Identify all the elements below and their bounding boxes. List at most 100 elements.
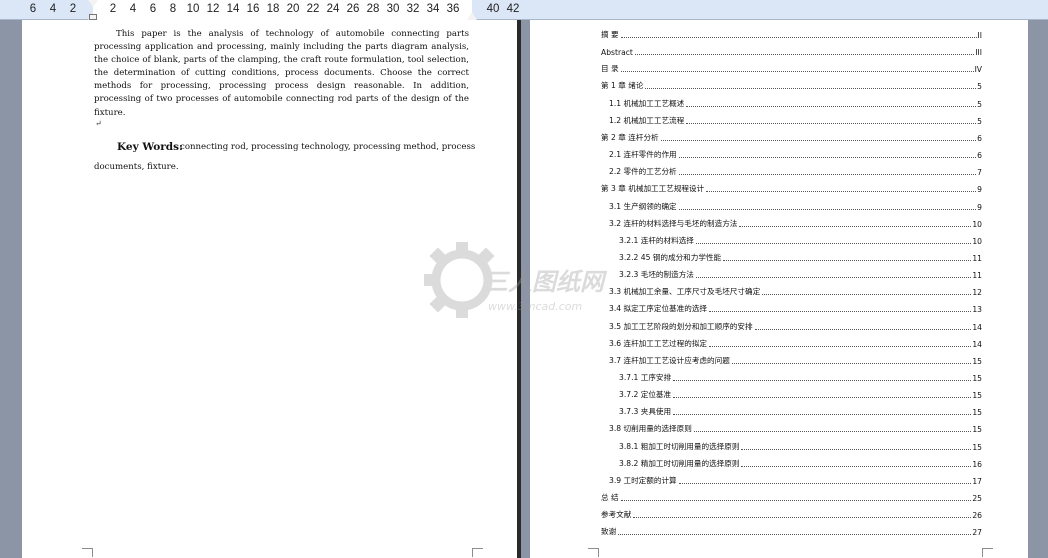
ruler-tick: 42	[506, 3, 520, 15]
toc-entry[interactable]: 3.2 连杆的材料选择与毛坯的制造方法 10	[609, 217, 982, 229]
toc-leader-dots	[709, 311, 972, 313]
toc-entry-page: 25	[972, 494, 982, 504]
ruler-tick: 6	[29, 3, 37, 15]
toc-entry-page: 12	[972, 288, 982, 298]
toc-leader-dots	[731, 362, 972, 364]
toc-leader-dots	[709, 345, 972, 347]
toc-entry[interactable]: 1.2 机械加工工艺流程 5	[609, 114, 982, 126]
toc-entry-title: 3.5 加工工艺阶段的划分和加工顺序的安排	[609, 321, 753, 331]
toc-entry-title: 摘 要	[601, 30, 619, 39]
toc-leader-dots	[762, 294, 972, 296]
ruler-tick: 4	[49, 3, 57, 15]
watermark-url: www.3mcad.com	[488, 300, 582, 313]
ruler-tick: 32	[406, 3, 420, 15]
toc-entry-title: 参考文献	[601, 510, 632, 520]
toc-entry-title: 2.2 零件的工艺分析	[609, 167, 677, 177]
toc-leader-dots	[739, 225, 972, 227]
ruler-tick: 20	[286, 3, 300, 15]
ruler-tick: 26	[346, 3, 360, 15]
ruler-tick: 8	[169, 3, 177, 15]
ruler-tick: 10	[186, 3, 200, 15]
toc-entry[interactable]: 3.8.1 粗加工时切削用量的选择原则 15	[619, 440, 982, 452]
toc-entry-page: 26	[972, 511, 982, 521]
toc-entry-page: 15	[972, 442, 982, 452]
toc-entry[interactable]: 参考文献 26	[601, 508, 982, 520]
toc-entry[interactable]: 1.1 机械加工工艺概述 5	[609, 97, 982, 109]
toc-entry-title: 3.1 生产纲领的确定	[609, 201, 677, 211]
toc-entry[interactable]: 总 结 25	[601, 491, 982, 503]
ruler-tick: 40	[486, 3, 500, 15]
toc-entry-title: 目 录	[601, 64, 619, 74]
toc-entry[interactable]: 3.6 连杆加工工艺过程的拟定 14	[609, 337, 982, 349]
toc-entry-title: 第 3 章 机械加工工艺规程设计	[601, 184, 705, 194]
toc-entry-page: 6	[977, 151, 982, 161]
ruler-tick: 30	[386, 3, 400, 15]
toc-entry-title: 3.8.2 精加工时切削用量的选择原则	[619, 458, 740, 468]
toc-entry[interactable]: 3.2.1 连杆的材料选择 10	[619, 234, 982, 246]
toc-leader-dots	[673, 397, 972, 399]
toc-leader-dots	[618, 534, 972, 536]
toc-entry-page: 15	[972, 408, 982, 418]
toc-leader-dots	[620, 37, 977, 38]
toc-leader-dots	[633, 517, 972, 519]
watermark: 三人图纸网 www.3mcad.com	[422, 240, 632, 320]
toc-entry[interactable]: 第 3 章 机械加工工艺规程设计 9	[601, 182, 982, 194]
toc-leader-dots	[673, 414, 972, 416]
keywords-text: connecting rod, processing technology, p…	[180, 142, 476, 152]
toc-entry[interactable]: 3.7.3 夹具使用 15	[619, 405, 982, 417]
toc-entry[interactable]: 3.8 切削用量的选择原则 15	[609, 422, 982, 434]
toc-leader-dots	[695, 277, 972, 279]
toc-entry-page: III	[975, 48, 982, 58]
toc-entry-title: 3.7.1 工序安排	[619, 373, 672, 382]
toc-entry-title: 3.9 工时定额的计算	[609, 475, 677, 485]
toc-entry[interactable]: 3.7 连杆加工工艺设计应考虑的问题 15	[609, 354, 982, 366]
paragraph-mark: ↵	[95, 119, 102, 128]
toc-entry[interactable]: 3.5 加工工艺阶段的划分和加工顺序的安排 14	[609, 320, 982, 332]
watermark-brand: 三人图纸网	[484, 268, 608, 296]
toc-leader-dots	[660, 139, 977, 141]
ruler-tick: 2	[69, 3, 77, 15]
first-line-indent-marker[interactable]	[88, 0, 98, 7]
toc-entry-title: 1.2 机械加工工艺流程	[609, 115, 685, 125]
toc-entry[interactable]: 2.1 连杆零件的作用 6	[609, 148, 982, 160]
toc-leader-dots	[741, 448, 972, 450]
toc-entry[interactable]: 3.2.2 45 钢的成分和力学性能 11	[619, 251, 982, 263]
toc-leader-dots	[693, 431, 972, 433]
keywords-label: Key Words:	[117, 141, 183, 153]
toc-leader-dots	[645, 88, 977, 90]
toc-entry[interactable]: Abstract III	[601, 45, 982, 57]
ruler-tick: 22	[306, 3, 320, 15]
toc-entry-title: 第 2 章 连杆分析	[601, 132, 659, 142]
ruler-tick: 6	[149, 3, 157, 15]
toc-leader-dots	[723, 259, 972, 261]
crop-mark	[82, 548, 93, 557]
crop-mark	[472, 548, 483, 557]
toc-entry[interactable]: 目 录 IV	[601, 62, 982, 74]
toc-entry-page: 14	[972, 339, 982, 349]
toc-leader-dots	[754, 328, 972, 330]
toc-entry[interactable]: 2.2 零件的工艺分析 7	[609, 165, 982, 177]
ruler-tick: 34	[426, 3, 440, 15]
toc-entry-title: 3.2 连杆的材料选择与毛坯的制造方法	[609, 218, 738, 228]
toc-entry[interactable]: 3.1 生产纲领的确定 9	[609, 200, 982, 212]
toc-entry[interactable]: 摘 要 II	[601, 28, 982, 40]
horizontal-ruler[interactable]: 6 4 2 2 4 6 8 10 12 14 16 18 20 22 24 26…	[0, 0, 1048, 20]
toc-leader-dots	[678, 482, 972, 484]
toc-entry[interactable]: 3.2.3 毛坯的制造方法 11	[619, 268, 982, 280]
toc-entry[interactable]: 3.7.1 工序安排 15	[619, 371, 982, 383]
toc-entry[interactable]: 第 2 章 连杆分析 6	[601, 131, 982, 143]
toc-leader-dots	[678, 208, 977, 210]
toc-entry-page: 9	[977, 202, 982, 212]
toc-entry[interactable]: 3.7.2 定位基准 15	[619, 388, 982, 400]
toc-entry[interactable]: 3.8.2 精加工时切削用量的选择原则 16	[619, 457, 982, 469]
toc-leader-dots	[695, 242, 972, 244]
ruler-tick: 28	[366, 3, 380, 15]
crop-mark	[588, 548, 599, 557]
toc-entry[interactable]: 3.3 机械加工余量、工序尺寸及毛坯尺寸确定 12	[609, 285, 982, 297]
toc-entry[interactable]: 3.9 工时定额的计算 17	[609, 474, 982, 486]
toc-entry[interactable]: 第 1 章 绪论 5	[601, 79, 982, 91]
toc-leader-dots	[706, 191, 977, 193]
toc-entry[interactable]: 3.4 拟定工序定位基准的选择 13	[609, 302, 982, 314]
right-indent-marker[interactable]	[467, 12, 477, 20]
toc-entry[interactable]: 致谢 27	[601, 525, 982, 537]
